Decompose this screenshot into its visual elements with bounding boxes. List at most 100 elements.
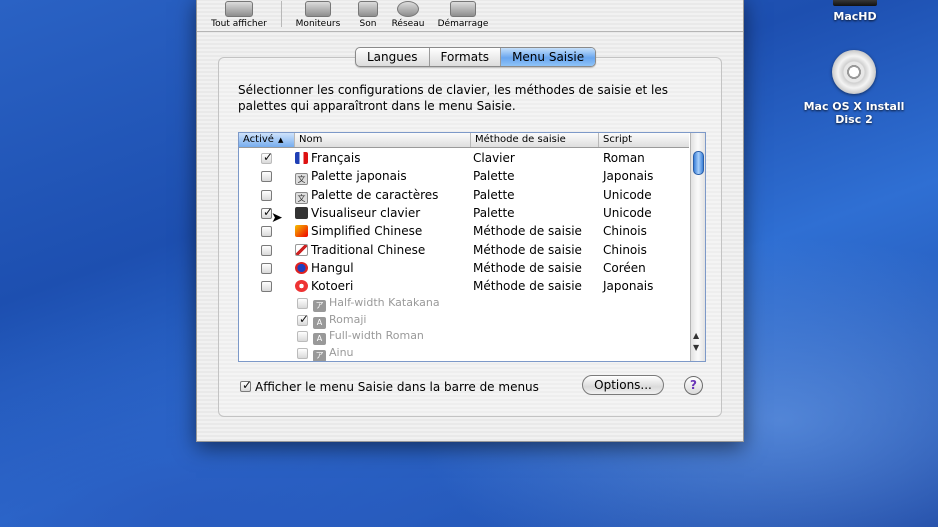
row-name: Full-width Roman <box>329 329 424 343</box>
name-cell: Traditional Chinese <box>295 241 425 259</box>
startup-disk-icon <box>450 1 476 17</box>
input-mode-icon: ア <box>313 349 326 361</box>
table-row[interactable]: Simplified Chinese Méthode de saisie Chino… <box>239 222 689 240</box>
name-cell: ア Ainu <box>313 344 354 361</box>
table-subrow[interactable]: A Full-width Roman <box>239 327 689 346</box>
keyboard-viewer-icon <box>295 206 308 219</box>
tab-formats[interactable]: Formats <box>430 48 502 66</box>
tab-bar: Langues Formats Menu Saisie <box>355 47 597 67</box>
enable-checkbox[interactable] <box>261 244 272 256</box>
script-cell: Japonais <box>603 169 654 184</box>
enable-checkbox[interactable] <box>261 226 272 238</box>
show-all-icon <box>225 1 253 17</box>
tab-menu-saisie[interactable]: Menu Saisie <box>501 48 596 66</box>
mouse-pointer-icon: ➤ <box>271 210 283 226</box>
show-input-menu-option[interactable]: ✓ Afficher le menu Saisie dans la barre d… <box>240 378 539 395</box>
enable-checkbox[interactable] <box>261 189 272 201</box>
scroll-up-arrow-icon[interactable]: ▲ <box>693 331 699 340</box>
row-name: Palette de caractères <box>311 187 439 202</box>
column-header-name[interactable]: Nom <box>295 133 471 147</box>
row-name: Palette japonais <box>311 169 407 184</box>
script-cell: Unicode <box>603 187 652 202</box>
traditional-chinese-icon <box>295 243 308 256</box>
toolbar-item-label: Démarrage <box>437 19 489 29</box>
toolbar-item-sound[interactable]: Son <box>353 0 383 29</box>
table-header: Activé ▲ Nom Méthode de saisie Script <box>239 133 689 148</box>
row-name: Français <box>311 151 361 165</box>
row-name: Traditional Chinese <box>311 242 426 257</box>
table-row[interactable]: Kotoeri Méthode de saisie Japonais <box>239 277 689 295</box>
method-cell: Méthode de saisie <box>473 260 582 275</box>
toolbar-item-label: Moniteurs <box>295 19 341 29</box>
script-cell: Coréen <box>603 260 646 275</box>
method-cell: Palette <box>473 187 515 202</box>
row-name: Half-width Katakana <box>329 296 440 310</box>
desktop-icon-machd[interactable]: MacHD <box>820 0 890 23</box>
enable-checkbox[interactable] <box>261 281 272 293</box>
script-cell: Japonais <box>603 279 654 294</box>
network-icon <box>397 1 419 17</box>
name-cell: A Romaji <box>313 311 366 329</box>
palette-icon: 文 <box>295 191 308 204</box>
simplified-chinese-icon <box>295 225 308 238</box>
column-header-enabled[interactable]: Activé ▲ <box>239 133 295 147</box>
row-name: Romaji <box>329 312 367 326</box>
row-name: Kotoeri <box>311 279 354 294</box>
table-row[interactable]: Hangul Méthode de saisie Coréen <box>239 259 689 277</box>
enable-checkbox[interactable] <box>297 298 308 310</box>
name-cell: Français <box>295 149 360 167</box>
options-button[interactable]: Options... <box>582 375 664 395</box>
scroll-down-arrow-icon[interactable]: ▼ <box>693 343 699 352</box>
checkmark-icon: ✓ <box>242 378 253 392</box>
name-cell: Kotoeri <box>295 277 353 295</box>
table-row[interactable]: Traditional Chinese Méthode de saisie Chin… <box>239 241 689 259</box>
table-row[interactable]: ✓ Français Clavier Roman <box>239 149 689 167</box>
checkmark-icon: ✓ <box>263 150 274 164</box>
desktop-icon-install-disc[interactable]: Mac OS X Install Disc 2 <box>790 50 918 126</box>
table-subrow[interactable]: ア Half-width Katakana <box>239 294 689 313</box>
description-text: Sélectionner les configurations de clavi… <box>238 83 668 113</box>
column-label: Activé <box>243 134 274 145</box>
toolbar-item-label: Son <box>359 19 377 29</box>
column-header-method[interactable]: Méthode de saisie <box>471 133 599 147</box>
enable-checkbox[interactable]: ✓ <box>297 312 309 326</box>
enable-checkbox[interactable] <box>297 347 308 359</box>
name-cell: 文 Palette japonais <box>295 167 407 186</box>
enable-checkbox[interactable]: ✓ <box>261 150 274 164</box>
script-cell: Roman <box>603 151 645 165</box>
toolbar-item-displays[interactable]: Moniteurs <box>293 0 343 29</box>
toolbar-item-startup-disk[interactable]: Démarrage <box>433 0 493 29</box>
kotoeri-icon <box>295 280 308 293</box>
script-cell: Unicode <box>603 205 652 220</box>
toolbar-item-network[interactable]: Réseau <box>389 0 427 29</box>
name-cell: Hangul <box>295 259 354 277</box>
scrollbar-thumb[interactable] <box>693 151 704 175</box>
cd-disc-icon <box>832 50 876 94</box>
enable-checkbox[interactable] <box>297 331 308 343</box>
table-subrow[interactable]: ア Ainu <box>239 344 689 361</box>
method-cell: Clavier <box>473 151 515 165</box>
flag-icon <box>295 152 308 164</box>
table-subrow[interactable]: ✓ A Romaji <box>239 311 689 329</box>
script-cell: Chinois <box>603 224 647 239</box>
table-row[interactable]: 文 Palette japonais Palette Japonais <box>239 167 689 186</box>
help-button[interactable]: ? <box>684 376 703 395</box>
row-name: Ainu <box>329 345 354 359</box>
tab-langues[interactable]: Langues <box>356 48 430 66</box>
show-input-menu-checkbox[interactable]: ✓ <box>240 378 253 392</box>
hard-drive-icon <box>833 0 877 6</box>
sort-ascending-icon: ▲ <box>277 136 284 144</box>
displays-icon <box>305 1 331 17</box>
column-header-script[interactable]: Script <box>599 133 689 147</box>
desktop-icon-label: MacHD <box>833 10 877 23</box>
table-scrollbar[interactable]: ▲ ▼ <box>690 133 705 361</box>
method-cell: Palette <box>473 205 515 220</box>
enable-checkbox[interactable] <box>261 262 272 274</box>
tab-content-panel: Sélectionner les configurations de clavi… <box>218 57 722 417</box>
table-row[interactable]: ✓ Visualiseur clavier Palette Unicode <box>239 204 689 222</box>
enable-checkbox[interactable] <box>261 171 272 183</box>
table-row[interactable]: 文 Palette de caractères Palette Unicode <box>239 186 689 204</box>
input-sources-table[interactable]: Activé ▲ Nom Méthode de saisie Script ✓ Fr… <box>238 132 706 362</box>
toolbar-item-show-all[interactable]: Tout afficher <box>205 0 273 29</box>
row-name: Simplified Chinese <box>311 224 423 239</box>
